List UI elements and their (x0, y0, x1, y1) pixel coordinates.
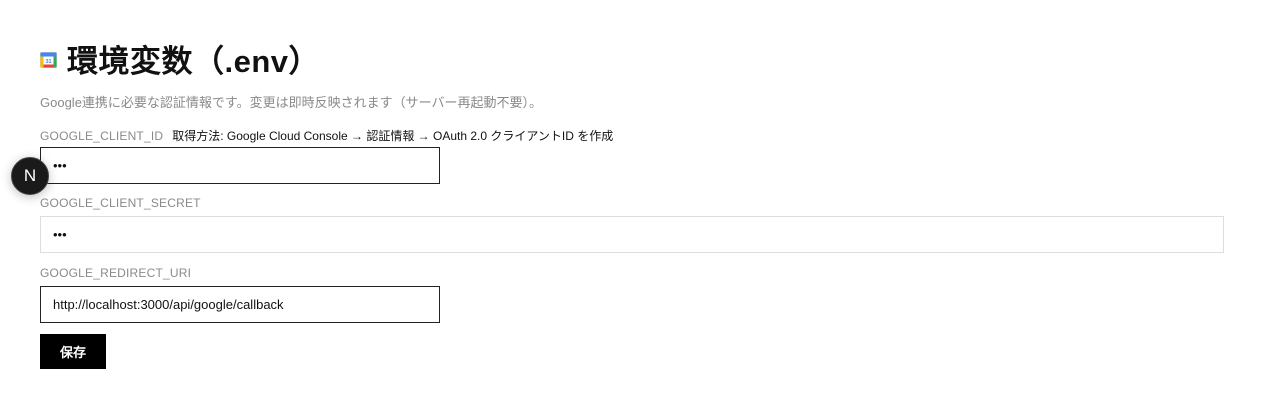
env-settings-page: 31 環境変数（.env） Google連携に必要な認証情報です。変更は即時反映… (0, 0, 1264, 408)
client-secret-label: GOOGLE_CLIENT_SECRET (40, 196, 201, 210)
client-secret-label-row: GOOGLE_CLIENT_SECRET (40, 196, 201, 210)
redirect-uri-label: GOOGLE_REDIRECT_URI (40, 266, 192, 280)
redirect-uri-label-row: GOOGLE_REDIRECT_URI (40, 266, 191, 280)
calendar-icon: 31 (40, 51, 57, 68)
nextjs-icon: N (23, 166, 37, 185)
redirect-uri-input[interactable] (40, 286, 440, 323)
nextjs-dev-badge[interactable]: N (11, 157, 49, 195)
client-id-input[interactable] (40, 147, 440, 184)
page-header: 31 環境変数（.env） (40, 38, 321, 79)
page-title: 環境変数（.env） (67, 43, 321, 79)
page-description: Google連携に必要な認証情報です。変更は即時反映されます（サーバー再起動不要… (40, 95, 542, 110)
save-button[interactable]: 保存 (40, 334, 106, 369)
client-id-label: GOOGLE_CLIENT_ID (40, 129, 164, 143)
client-id-hint: 取得方法: Google Cloud Console → 認証情報 → OAut… (172, 129, 614, 143)
client-secret-input[interactable] (40, 216, 1224, 253)
svg-text:31: 31 (45, 59, 51, 65)
client-id-label-row: GOOGLE_CLIENT_ID 取得方法: Google Cloud Cons… (40, 127, 613, 144)
